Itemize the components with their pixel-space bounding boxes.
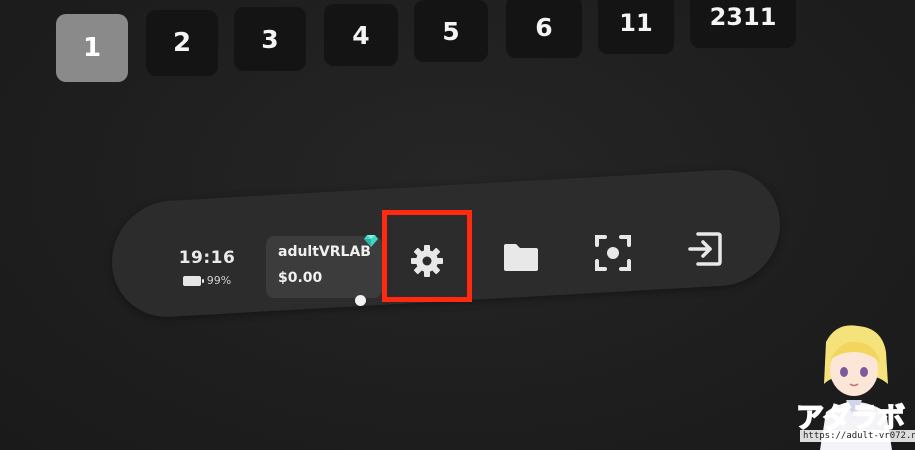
account-name: adultVRLAB	[278, 244, 371, 260]
screenshot-icon	[595, 235, 631, 271]
account-balance: $0.00	[278, 270, 323, 286]
battery-percent: 99%	[206, 274, 232, 287]
page-tile-6[interactable]: 6	[506, 0, 582, 58]
vr-home-screen: 1 2 3 4 5 6 11 2311 19:16 99% adultVRLAB…	[0, 0, 915, 450]
active-indicator-dot	[355, 295, 366, 306]
watermark-url: https://adult-vr072.net	[800, 430, 915, 442]
clock-time: 19:16	[178, 248, 236, 268]
clock-battery: 19:16 99%	[168, 248, 246, 287]
page-tile-3[interactable]: 3	[234, 7, 306, 71]
folder-icon	[504, 244, 538, 271]
files-button[interactable]	[496, 232, 546, 282]
page-tile-11[interactable]: 11	[598, 0, 674, 54]
account-card[interactable]: adultVRLAB $0.00	[266, 235, 382, 298]
page-selector: 1 2 3 4 5 6 11 2311	[52, 0, 812, 95]
capture-button[interactable]	[588, 228, 638, 278]
gem-icon	[364, 235, 378, 247]
battery-icon	[182, 275, 204, 286]
page-tile-1[interactable]: 1	[56, 14, 128, 82]
page-tile-5[interactable]: 5	[414, 0, 488, 62]
exit-button[interactable]	[680, 224, 730, 274]
settings-highlight-box	[382, 210, 472, 302]
page-tile-2[interactable]: 2	[146, 10, 218, 76]
page-tile-2311[interactable]: 2311	[690, 0, 796, 48]
exit-icon	[688, 232, 722, 266]
page-tile-4[interactable]: 4	[324, 4, 398, 66]
battery-status: 99%	[168, 274, 246, 287]
